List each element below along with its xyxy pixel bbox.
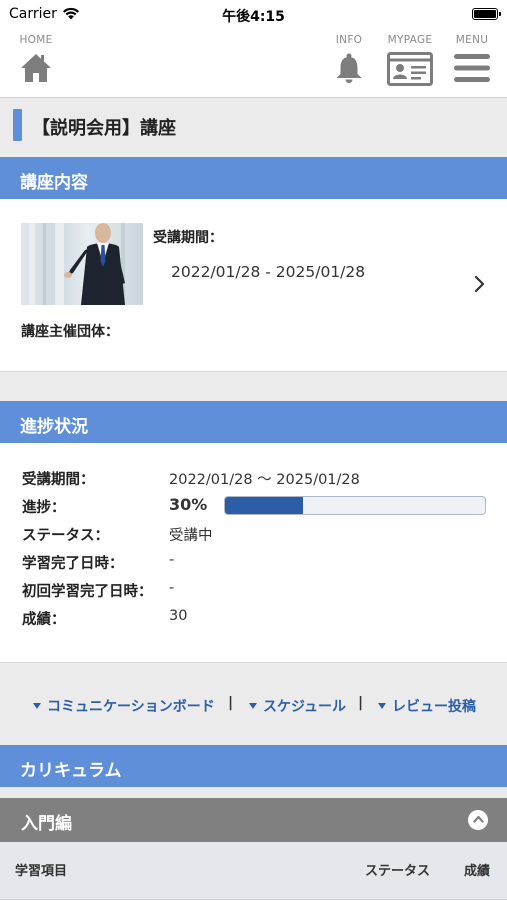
period-value: 2022/01/28 - 2025/01/28 bbox=[171, 263, 366, 281]
chevron-up-icon bbox=[472, 815, 484, 823]
status-bar: Carrier 午後4:15 bbox=[0, 0, 507, 28]
home-label: HOME bbox=[19, 34, 53, 46]
mypage-label: MYPAGE bbox=[387, 34, 433, 46]
progress-bar bbox=[224, 496, 486, 515]
curriculum-table-header: 学習項目 ステータス 成績 bbox=[0, 842, 507, 900]
chevron-right-icon[interactable] bbox=[474, 275, 486, 293]
curriculum-header: カリキュラム bbox=[0, 745, 507, 787]
menu-button[interactable]: MENU bbox=[448, 34, 496, 84]
column-header-grade: 成績 bbox=[464, 864, 491, 879]
row-label: 受講期間： bbox=[22, 472, 95, 488]
schedule-link[interactable]: スケジュール bbox=[249, 696, 346, 716]
organizer-label: 講座主催団体： bbox=[21, 324, 119, 340]
caret-down-icon bbox=[378, 703, 386, 709]
top-navigation: HOME INFO MYPAGE MENU bbox=[0, 28, 507, 98]
businessman-illustration bbox=[29, 223, 125, 305]
row-value: 受講中 bbox=[169, 528, 213, 544]
review-post-link[interactable]: レビュー投稿 bbox=[378, 696, 476, 716]
mypage-button[interactable]: MYPAGE bbox=[381, 34, 439, 86]
communication-board-link[interactable]: コミュニケーションボード bbox=[33, 696, 215, 716]
caret-down-icon bbox=[33, 703, 41, 709]
column-header-status: ステータス bbox=[365, 864, 431, 879]
link-label: スケジュール bbox=[263, 699, 347, 715]
battery-icon bbox=[472, 8, 501, 20]
home-icon bbox=[21, 54, 51, 82]
row-value: - bbox=[169, 580, 175, 596]
page-title-row: 【説明会用】講座 bbox=[0, 99, 507, 155]
link-label: コミュニケーションボード bbox=[47, 699, 215, 715]
bell-icon bbox=[336, 53, 362, 83]
clock: 午後4:15 bbox=[222, 9, 285, 25]
info-label: INFO bbox=[335, 34, 363, 46]
row-label: 学習完了日時： bbox=[22, 556, 124, 572]
link-separator: | bbox=[358, 695, 364, 711]
row-value: - bbox=[169, 552, 175, 568]
course-thumbnail bbox=[21, 223, 143, 305]
row-label: 初回学習完了日時： bbox=[22, 584, 153, 600]
collapse-toggle[interactable] bbox=[468, 810, 488, 830]
hamburger-menu-icon bbox=[454, 54, 490, 82]
menu-label: MENU bbox=[455, 34, 489, 46]
progress-card: 受講期間： 2022/01/28 ～ 2025/01/28 進捗： 30% ステ… bbox=[0, 443, 507, 663]
home-button[interactable]: HOME bbox=[14, 34, 58, 84]
course-content-header: 講座内容 bbox=[0, 157, 507, 199]
title-accent-bar bbox=[13, 109, 22, 141]
row-value: 2022/01/28 ～ 2025/01/28 bbox=[169, 472, 360, 488]
course-info-card[interactable]: 受講期間： 2022/01/28 - 2025/01/28 講座主催団体： bbox=[0, 199, 507, 372]
info-button[interactable]: INFO bbox=[326, 34, 372, 84]
period-label: 受講期間： bbox=[153, 230, 223, 246]
chapter-bar[interactable]: 入門編 bbox=[0, 798, 507, 842]
progress-bar-fill bbox=[225, 497, 303, 514]
caret-down-icon bbox=[249, 703, 257, 709]
chapter-title: 入門編 bbox=[21, 814, 72, 834]
row-label: 成績： bbox=[22, 612, 66, 628]
id-card-icon bbox=[387, 52, 433, 86]
course-links-row: コミュニケーションボード | スケジュール | レビュー投稿 bbox=[0, 664, 507, 745]
row-label: 進捗： bbox=[22, 500, 66, 516]
row-value: 30 bbox=[169, 608, 188, 624]
link-label: レビュー投稿 bbox=[392, 699, 476, 715]
progress-percent: 30% bbox=[169, 495, 208, 514]
page-title: 【説明会用】講座 bbox=[32, 118, 176, 139]
progress-status-header: 進捗状況 bbox=[0, 401, 507, 443]
row-label: ステータス： bbox=[22, 528, 109, 544]
link-separator: | bbox=[228, 695, 234, 711]
column-header-item: 学習項目 bbox=[15, 864, 68, 879]
